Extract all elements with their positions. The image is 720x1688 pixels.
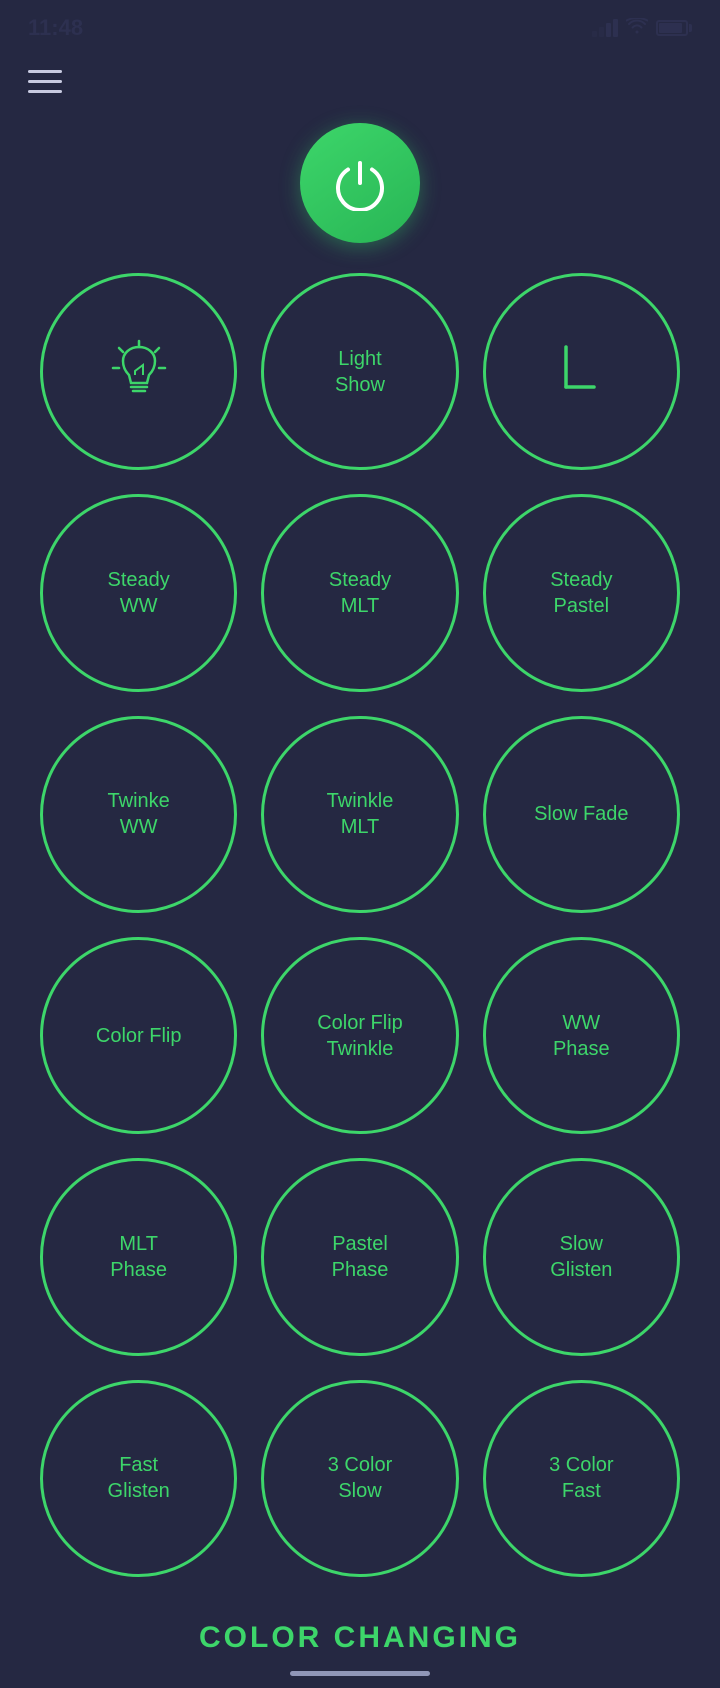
bulb-button[interactable] (40, 273, 237, 470)
twinkle-mlt-label: TwinkleMLT (327, 788, 394, 840)
pastel-phase-button[interactable]: PastelPhase (261, 1158, 458, 1355)
home-indicator (0, 1671, 720, 1688)
twinkle-ww-label: TwinkeWW (108, 788, 170, 840)
battery-icon (656, 20, 692, 36)
light-show-button[interactable]: LightShow (261, 273, 458, 470)
fast-glisten-label: FastGlisten (108, 1452, 170, 1504)
3-color-slow-button[interactable]: 3 ColorSlow (261, 1380, 458, 1577)
color-flip-twinkle-button[interactable]: Color FlipTwinkle (261, 937, 458, 1134)
clock-icon (546, 337, 616, 407)
clock-button[interactable] (483, 273, 680, 470)
wifi-icon (626, 18, 648, 39)
fast-glisten-button[interactable]: FastGlisten (40, 1380, 237, 1577)
steady-pastel-button[interactable]: SteadyPastel (483, 494, 680, 691)
color-flip-label: Color Flip (96, 1023, 182, 1049)
steady-ww-label: SteadyWW (108, 567, 170, 619)
3-color-fast-label: 3 ColorFast (549, 1452, 613, 1504)
steady-mlt-button[interactable]: SteadyMLT (261, 494, 458, 691)
ww-phase-label: WWPhase (553, 1010, 610, 1062)
twinkle-mlt-button[interactable]: TwinkleMLT (261, 716, 458, 913)
power-icon (332, 155, 388, 211)
bulb-icon (109, 337, 169, 407)
mlt-phase-label: MLTPhase (110, 1231, 167, 1283)
steady-mlt-label: SteadyMLT (329, 567, 391, 619)
ww-phase-button[interactable]: WWPhase (483, 937, 680, 1134)
3-color-slow-label: 3 ColorSlow (328, 1452, 392, 1504)
status-icons (592, 18, 692, 39)
slow-glisten-button[interactable]: SlowGlisten (483, 1158, 680, 1355)
button-grid: LightShow SteadyWW SteadyMLT SteadyPaste… (0, 273, 720, 1577)
power-button[interactable] (300, 123, 420, 243)
home-bar (290, 1671, 430, 1676)
slow-fade-button[interactable]: Slow Fade (483, 716, 680, 913)
pastel-phase-label: PastelPhase (332, 1231, 389, 1283)
slow-fade-label: Slow Fade (534, 801, 629, 827)
light-show-label: LightShow (335, 346, 385, 398)
power-section (0, 103, 720, 273)
color-flip-twinkle-label: Color FlipTwinkle (317, 1010, 403, 1062)
steady-pastel-label: SteadyPastel (550, 567, 612, 619)
signal-icon (592, 19, 618, 37)
footer-label: COLOR CHANGING (0, 1597, 720, 1671)
twinkle-ww-button[interactable]: TwinkeWW (40, 716, 237, 913)
mlt-phase-button[interactable]: MLTPhase (40, 1158, 237, 1355)
steady-ww-button[interactable]: SteadyWW (40, 494, 237, 691)
menu-button[interactable] (0, 50, 720, 103)
status-time: 11:48 (28, 15, 83, 41)
slow-glisten-label: SlowGlisten (550, 1231, 612, 1283)
status-bar: 11:48 (0, 0, 720, 50)
color-flip-button[interactable]: Color Flip (40, 937, 237, 1134)
3-color-fast-button[interactable]: 3 ColorFast (483, 1380, 680, 1577)
